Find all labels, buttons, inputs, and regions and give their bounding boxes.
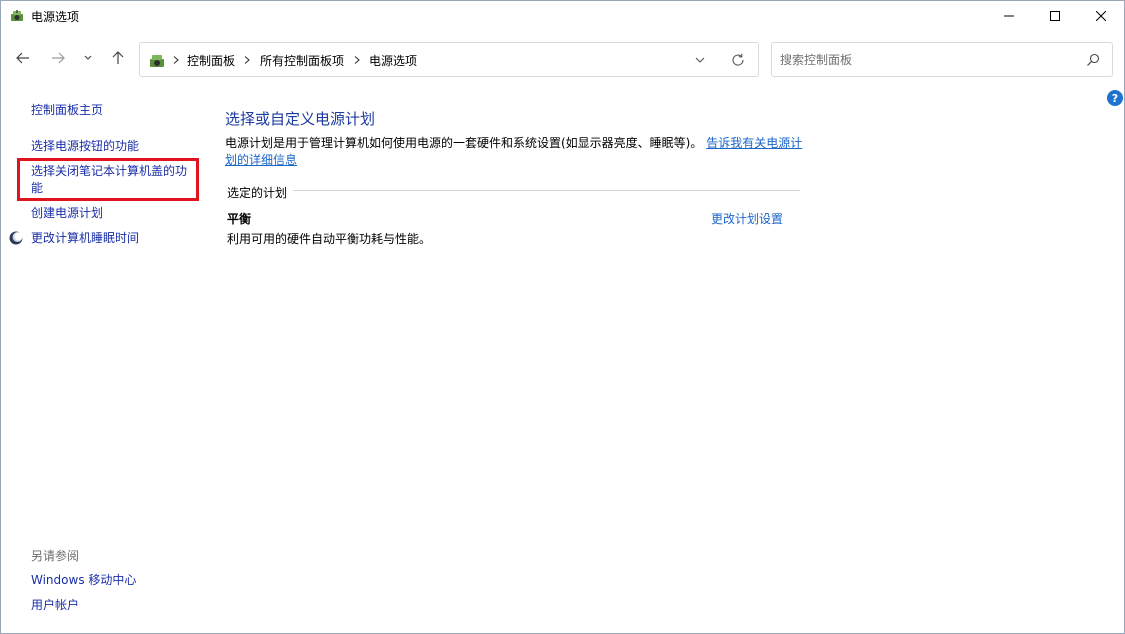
navigation-bar: 控制面板 所有控制面板项 电源选项 [1,39,1124,79]
up-button[interactable] [107,47,129,69]
breadcrumb-separator-icon [242,53,252,67]
see-also-label: 另请参阅 [31,549,80,563]
help-icon[interactable]: ? [1107,90,1123,106]
back-button[interactable] [12,47,34,69]
search-icon[interactable] [1085,52,1101,68]
chevron-down-icon [84,55,92,60]
page-description: 电源计划是用于管理计算机如何使用电源的一套硬件和系统设置(如显示器亮度、睡眠等)… [225,135,805,169]
section-divider [227,190,800,191]
recent-locations-button[interactable] [78,47,98,69]
breadcrumb-control-panel[interactable]: 控制面板 [187,52,235,69]
learn-more-link-text-1: 告诉我有关电源计 [706,136,803,150]
moon-icon [9,231,23,245]
search-input[interactable] [780,51,1070,69]
page-title: 选择或自定义电源计划 [225,110,376,128]
left-link-power-buttons[interactable]: 选择电源按钮的功能 [31,138,139,155]
selected-plan-label: 选定的计划 [227,184,294,201]
breadcrumb-separator-icon [352,53,362,67]
window: 电源选项 控制面板 所有控制面板项 电源选项 搜索控制面板 ? 控制面板主页 选… [0,0,1125,634]
plan-description: 利用可用的硬件自动平衡功耗与性能。 [227,232,432,246]
left-link-create-plan[interactable]: 创建电源计划 [31,205,103,222]
plan-name: 平衡 [227,212,252,226]
breadcrumb-all-items[interactable]: 所有控制面板项 [260,52,344,69]
change-plan-settings-link[interactable]: 更改计划设置 [711,210,783,227]
up-arrow-icon [112,51,124,64]
power-options-icon [9,8,25,24]
breadcrumb-power-options[interactable]: 电源选项 [369,52,417,69]
see-also-mobility-center[interactable]: Windows 移动中心 [31,572,136,589]
refresh-icon[interactable] [730,52,746,68]
forward-button[interactable] [47,47,69,69]
left-link-sleep-time[interactable]: 更改计算机睡眠时间 [31,230,139,247]
minimize-icon [1004,15,1014,17]
see-also-user-accounts[interactable]: 用户帐户 [31,597,79,614]
window-title: 电源选项 [31,10,80,24]
maximize-button[interactable] [1032,1,1078,31]
learn-more-link-text-2: 划的详细信息 [225,153,298,167]
control-panel-icon [148,52,166,70]
breadcrumb-separator-icon [171,53,181,67]
back-arrow-icon [16,52,29,64]
close-icon [1096,11,1106,21]
search-box[interactable] [771,42,1113,77]
address-bar[interactable]: 控制面板 所有控制面板项 电源选项 [139,42,759,77]
title-bar: 电源选项 [1,1,1124,31]
address-dropdown-icon[interactable] [693,53,707,67]
description-text: 电源计划是用于管理计算机如何使用电源的一套硬件和系统设置(如显示器亮度、睡眠等)… [225,136,703,150]
forward-arrow-icon [52,52,65,64]
minimize-button[interactable] [986,1,1032,31]
highlight-box [17,158,199,201]
maximize-icon [1050,11,1060,21]
close-button[interactable] [1078,1,1124,31]
left-link-control-panel-home[interactable]: 控制面板主页 [31,102,103,119]
